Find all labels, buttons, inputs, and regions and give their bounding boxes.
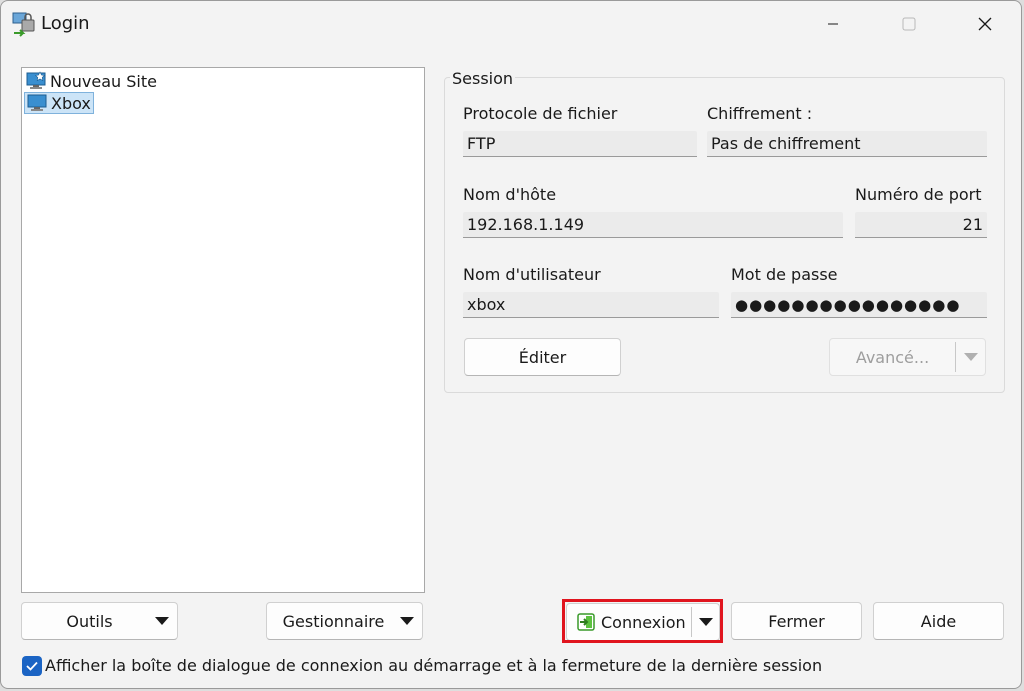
minimize-icon [828, 23, 838, 25]
tools-button-label: Outils [66, 611, 113, 631]
close-window-button[interactable] [947, 1, 1021, 47]
close-icon [978, 17, 992, 31]
window-title: Login [41, 13, 90, 34]
advanced-button-label: Avancé... [855, 347, 930, 367]
session-group-title: Session [450, 69, 516, 88]
checkmark-icon [26, 661, 38, 671]
chevron-down-icon [400, 617, 414, 625]
chevron-down-icon [963, 353, 978, 361]
computer-icon [27, 94, 47, 111]
help-button-label: Aide [920, 611, 957, 631]
username-input[interactable]: xbox [463, 292, 719, 318]
maximize-icon [902, 17, 916, 31]
username-label: Nom d'utilisateur [463, 265, 601, 284]
tree-item-new-site[interactable]: Nouveau Site [24, 70, 159, 92]
encryption-label: Chiffrement : [707, 104, 813, 123]
connect-highlight-box [562, 599, 723, 643]
protocol-select[interactable]: FTP [463, 131, 697, 157]
manager-dropdown[interactable] [392, 603, 422, 639]
title-bar[interactable]: Login [1, 1, 1021, 49]
tree-item-label: Xbox [51, 93, 91, 113]
tools-button[interactable]: Outils [21, 602, 178, 640]
protocol-label: Protocole de fichier [463, 104, 618, 123]
chevron-down-icon [155, 617, 169, 625]
advanced-button[interactable]: Avancé... [829, 338, 986, 376]
edit-button-label: Éditer [518, 347, 567, 367]
host-input[interactable]: 192.168.1.149 [463, 212, 843, 238]
tree-item-label: Nouveau Site [50, 71, 157, 91]
show-dialog-label[interactable]: Afficher la boîte de dialogue de connexi… [45, 656, 822, 675]
port-label: Numéro de port [855, 185, 982, 204]
maximize-button[interactable] [871, 1, 947, 47]
close-button[interactable]: Fermer [731, 602, 862, 640]
host-label: Nom d'hôte [463, 185, 557, 204]
new-site-icon [26, 71, 46, 89]
manager-button-label: Gestionnaire [282, 611, 385, 631]
password-label: Mot de passe [731, 265, 838, 284]
tree-item-xbox[interactable]: Xbox [24, 92, 94, 114]
port-input[interactable]: 21 [855, 212, 987, 238]
password-input[interactable]: ●●●●●●●●●●●●●●●● [731, 292, 987, 318]
help-button[interactable]: Aide [873, 602, 1004, 640]
edit-button[interactable]: Éditer [464, 338, 621, 376]
close-button-label: Fermer [768, 611, 825, 631]
site-tree[interactable]: Nouveau Site Xbox [21, 67, 425, 593]
manager-button[interactable]: Gestionnaire [266, 602, 423, 640]
encryption-select[interactable]: Pas de chiffrement [707, 131, 987, 157]
show-dialog-checkbox[interactable] [22, 656, 42, 676]
app-icon [12, 12, 35, 37]
minimize-button[interactable] [795, 1, 871, 47]
advanced-dropdown[interactable] [955, 342, 985, 372]
tools-dropdown[interactable] [147, 603, 177, 639]
login-window: Login Nouveau Site Xbox Session Protocol… [0, 0, 1022, 689]
